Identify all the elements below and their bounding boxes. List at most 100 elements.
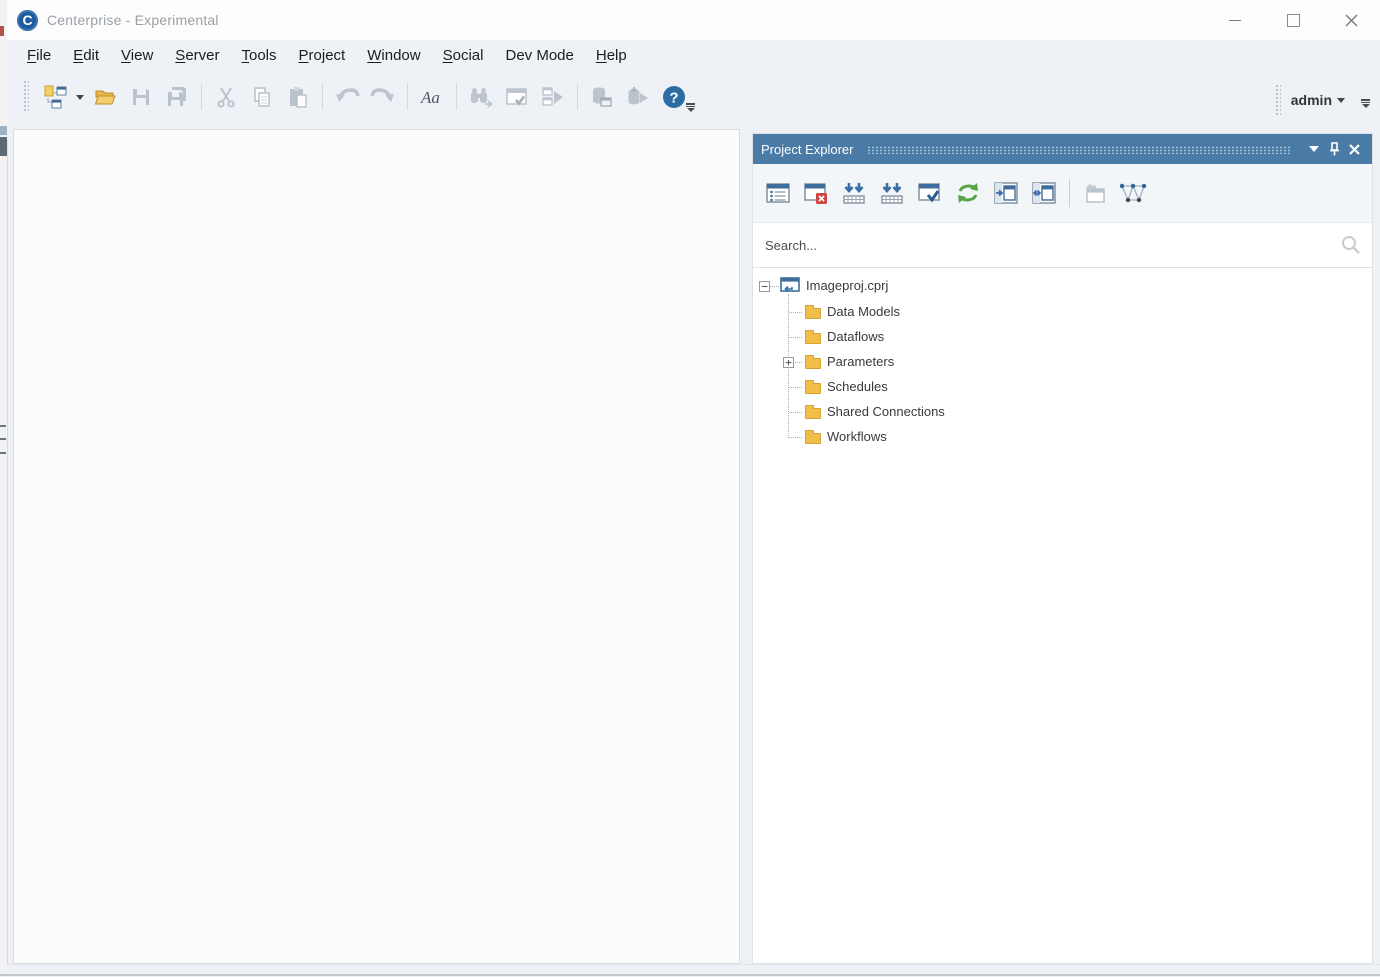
user-menu-label[interactable]: admin	[1291, 92, 1332, 108]
dependency-graph-button[interactable]	[1116, 177, 1150, 209]
undo-button[interactable]	[329, 80, 365, 114]
folder-icon	[805, 433, 821, 444]
project-properties-button[interactable]	[761, 177, 795, 209]
toolbar-grip[interactable]	[23, 80, 29, 112]
tree-collapse-toggle[interactable]: −	[759, 281, 770, 292]
dock-preview-button[interactable]	[989, 177, 1023, 209]
maximize-button[interactable]	[1264, 0, 1322, 40]
dock-split-icon	[1031, 180, 1057, 206]
svg-text:?: ?	[669, 90, 678, 107]
new-flow-dropdown-caret[interactable]	[73, 80, 87, 114]
redo-icon	[370, 85, 396, 109]
tree-node-label[interactable]: Data Models	[827, 304, 900, 319]
linked-window-button[interactable]	[1078, 177, 1112, 209]
tree-node-dataflows[interactable]: Dataflows	[753, 325, 1372, 350]
design-canvas[interactable]	[13, 129, 740, 964]
menu-item-window[interactable]: Window	[356, 43, 431, 68]
toolbar-overflow-button[interactable]	[686, 103, 695, 112]
verify-button[interactable]	[499, 80, 535, 114]
tree-node-schedules[interactable]: Schedules	[753, 375, 1372, 400]
toolbar-separator	[1069, 179, 1070, 207]
user-menu: admin	[1275, 84, 1370, 116]
toolbar-grip[interactable]	[1275, 84, 1281, 116]
desktop-artifact-strip	[0, 0, 8, 976]
remove-from-project-button[interactable]	[799, 177, 833, 209]
search-bar	[753, 222, 1372, 268]
tree-expand-toggle[interactable]: +	[783, 357, 794, 368]
help-icon: ?	[661, 84, 687, 110]
search-icon[interactable]	[1340, 234, 1362, 256]
menu-item-project[interactable]: Project	[288, 43, 357, 68]
menu-item-server[interactable]: Server	[164, 43, 230, 68]
toolbar-separator	[322, 84, 323, 110]
tree-node-workflows[interactable]: Workflows	[753, 425, 1372, 450]
run-windows-icon	[540, 85, 566, 109]
menu-item-dev-mode[interactable]: Dev Mode	[494, 43, 584, 68]
project-explorer-panel: Project Explorer	[752, 133, 1373, 964]
find-icon	[468, 85, 494, 109]
verify-project-icon	[917, 180, 943, 206]
menu-item-view[interactable]: View	[110, 43, 164, 68]
project-tree: − Imageproj.cprj Data Models Dataflows + Para…	[753, 268, 1372, 963]
menu-item-help[interactable]: Help	[585, 43, 638, 68]
redo-button[interactable]	[365, 80, 401, 114]
tree-node-root[interactable]: − Imageproj.cprj	[753, 274, 1372, 300]
save-all-button[interactable]	[159, 80, 195, 114]
menu-item-social[interactable]: Social	[432, 43, 495, 68]
deploy-database-button[interactable]	[584, 80, 620, 114]
tree-children: Data Models Dataflows + Parameters Schedules…	[753, 300, 1372, 450]
tree-node-parameters[interactable]: + Parameters	[753, 350, 1372, 375]
verify-project-button[interactable]	[913, 177, 947, 209]
open-button[interactable]	[87, 80, 123, 114]
close-icon	[1349, 144, 1360, 155]
tree-node-label[interactable]: Parameters	[827, 354, 894, 369]
toolbar-separator	[577, 84, 578, 110]
run-database-button[interactable]	[620, 80, 656, 114]
paste-icon	[286, 85, 310, 109]
find-button[interactable]	[463, 80, 499, 114]
run-database-icon	[625, 85, 651, 109]
close-button[interactable]	[1322, 0, 1380, 40]
tree-node-data-models[interactable]: Data Models	[753, 300, 1372, 325]
new-flow-button[interactable]	[37, 80, 73, 114]
folder-icon	[805, 358, 821, 369]
panel-position-button[interactable]	[1304, 138, 1324, 160]
panel-drag-handle[interactable]	[867, 146, 1292, 154]
project-file-icon	[780, 277, 801, 299]
pin-icon	[1328, 142, 1341, 156]
tree-node-shared-connections[interactable]: Shared Connections	[753, 400, 1372, 425]
search-input[interactable]	[763, 237, 1340, 254]
project-explorer-toolbar	[753, 164, 1372, 222]
dependency-graph-icon	[1119, 180, 1147, 206]
font-button[interactable]: Aa	[414, 80, 450, 114]
copy-button[interactable]	[244, 80, 280, 114]
minimize-button[interactable]	[1206, 0, 1264, 40]
folder-icon	[805, 383, 821, 394]
get-all-items-button[interactable]	[875, 177, 909, 209]
tree-node-label[interactable]: Imageproj.cprj	[806, 278, 888, 293]
dock-split-button[interactable]	[1027, 177, 1061, 209]
menu-item-tools[interactable]: Tools	[231, 43, 288, 68]
deploy-database-icon	[589, 85, 615, 109]
menu-item-edit[interactable]: Edit	[62, 43, 110, 68]
refresh-button[interactable]	[951, 177, 985, 209]
chevron-down-icon[interactable]	[1337, 98, 1345, 103]
menu-item-file[interactable]: File	[16, 43, 62, 68]
paste-button[interactable]	[280, 80, 316, 114]
tree-node-label[interactable]: Dataflows	[827, 329, 884, 344]
panel-pin-button[interactable]	[1324, 138, 1344, 160]
get-items-button[interactable]	[837, 177, 871, 209]
linked-window-icon	[1082, 180, 1108, 206]
cut-icon	[214, 85, 238, 109]
tree-node-label[interactable]: Schedules	[827, 379, 888, 394]
tree-node-label[interactable]: Shared Connections	[827, 404, 945, 419]
get-all-items-icon	[879, 180, 905, 206]
save-button[interactable]	[123, 80, 159, 114]
panel-close-button[interactable]	[1344, 138, 1364, 160]
tree-node-label[interactable]: Workflows	[827, 429, 887, 444]
project-explorer-header[interactable]: Project Explorer	[753, 134, 1372, 164]
svg-text:Aa: Aa	[420, 88, 440, 107]
run-button[interactable]	[535, 80, 571, 114]
cut-button[interactable]	[208, 80, 244, 114]
user-toolbar-overflow-button[interactable]	[1361, 99, 1370, 108]
